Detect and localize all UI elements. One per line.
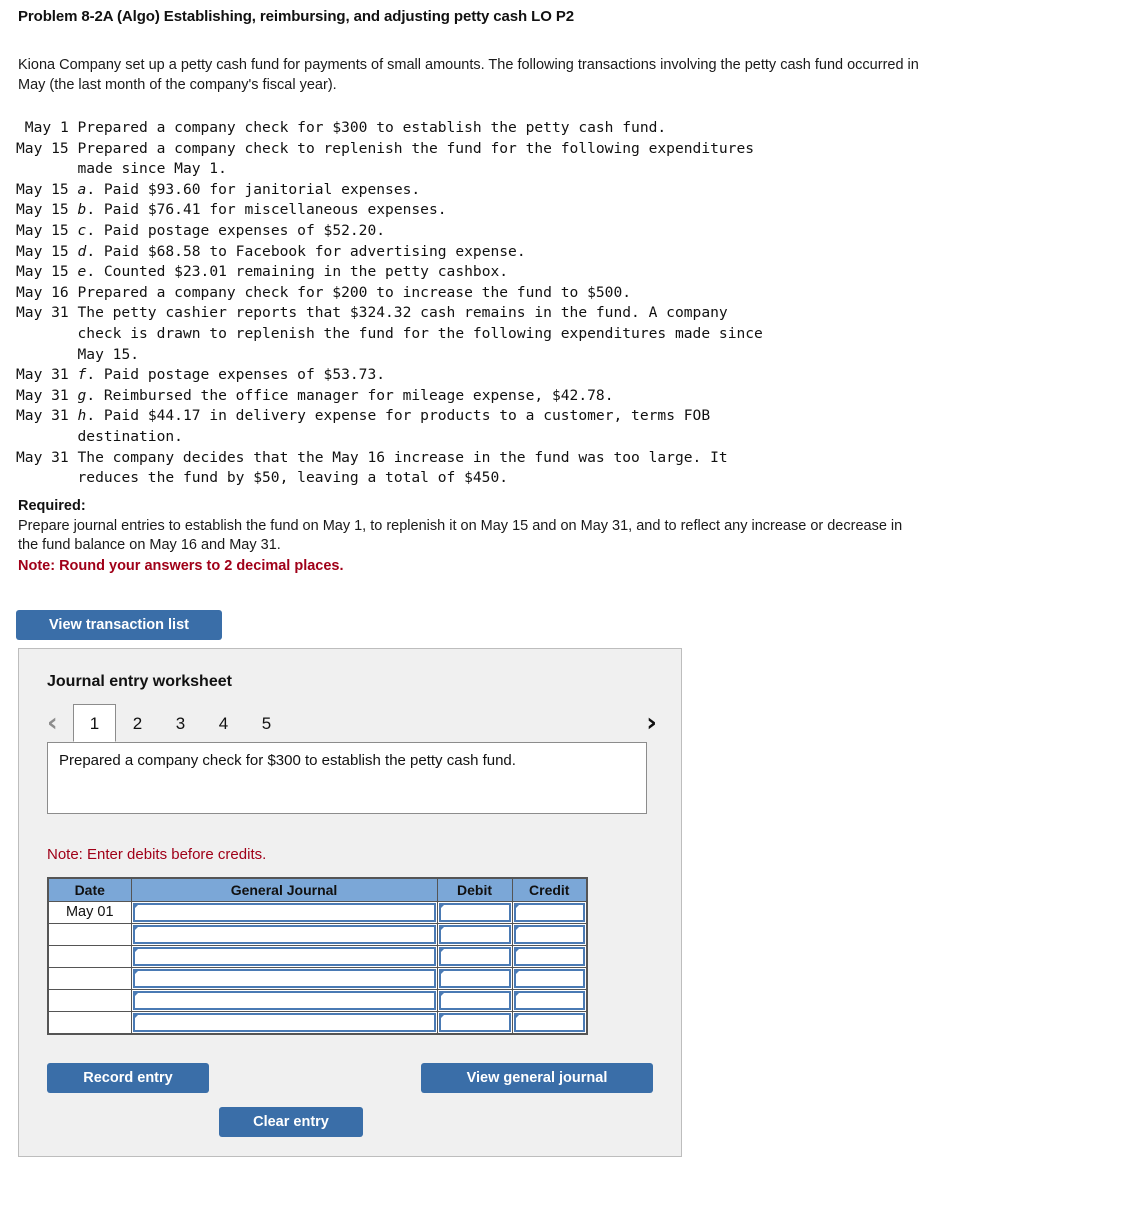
- journal-entry-table: Date General Journal Debit Credit May 01: [47, 877, 588, 1035]
- column-header-credit: Credit: [511, 877, 588, 902]
- credit-select[interactable]: [513, 925, 585, 944]
- table-row: May 01: [47, 901, 588, 924]
- chevron-left-icon[interactable]: ‹: [47, 708, 58, 738]
- cell-credit[interactable]: [511, 967, 588, 990]
- transaction-line: May 15 Prepared a company check to reple…: [16, 139, 755, 178]
- date-value: [49, 946, 131, 967]
- transaction-line: May 31 g. Reimbursed the office manager …: [16, 386, 614, 404]
- date-value: [49, 924, 131, 945]
- general-journal-select[interactable]: [132, 947, 436, 966]
- debit-select[interactable]: [438, 991, 511, 1010]
- debit-select[interactable]: [438, 947, 511, 966]
- transaction-line: May 15 e. Counted $23.01 remaining in th…: [16, 263, 509, 281]
- cell-date[interactable]: May 01: [47, 901, 132, 924]
- transaction-line: May 31 The company decides that the May …: [16, 448, 728, 487]
- cell-date[interactable]: [47, 923, 132, 946]
- cell-date[interactable]: [47, 1011, 132, 1035]
- worksheet-tab-3[interactable]: 3: [159, 704, 202, 742]
- date-value: May 01: [65, 904, 114, 920]
- cell-general-journal[interactable]: [130, 923, 438, 946]
- worksheet-title: Journal entry worksheet: [47, 673, 232, 690]
- transaction-line: May 15 b. Paid $76.41 for miscellaneous …: [16, 201, 447, 219]
- debit-select[interactable]: [438, 969, 511, 988]
- required-section: Required: Prepare journal entries to est…: [18, 497, 918, 576]
- date-value: [49, 1012, 131, 1033]
- cell-general-journal[interactable]: [130, 1011, 438, 1035]
- cell-date[interactable]: [47, 967, 132, 990]
- intro-paragraph: Kiona Company set up a petty cash fund f…: [18, 57, 919, 93]
- cell-credit[interactable]: [511, 901, 588, 924]
- cell-date[interactable]: [47, 989, 132, 1012]
- table-row: [47, 945, 588, 968]
- cell-credit[interactable]: [511, 1011, 588, 1035]
- credit-select[interactable]: [513, 1013, 585, 1032]
- view-general-journal-button[interactable]: View general journal: [421, 1063, 653, 1093]
- table-row: [47, 967, 588, 990]
- rounding-note: Note: Round your answers to 2 decimal pl…: [18, 557, 344, 574]
- general-journal-select[interactable]: [132, 1013, 436, 1032]
- transaction-line: May 31 The petty cashier reports that $3…: [16, 304, 763, 363]
- table-row: [47, 1011, 588, 1035]
- table-header-row: Date General Journal Debit Credit: [47, 877, 588, 902]
- cell-credit[interactable]: [511, 945, 588, 968]
- worksheet-tab-5[interactable]: 5: [245, 704, 288, 742]
- required-text: Prepare journal entries to establish the…: [18, 517, 903, 554]
- cell-general-journal[interactable]: [130, 945, 438, 968]
- cell-debit[interactable]: [436, 967, 513, 990]
- cell-debit[interactable]: [436, 923, 513, 946]
- cell-credit[interactable]: [511, 923, 588, 946]
- transaction-line: May 1 Prepared a company check for $300 …: [16, 119, 667, 136]
- cell-general-journal[interactable]: [130, 989, 438, 1012]
- page-title: Problem 8-2A (Algo) Establishing, reimbu…: [18, 8, 574, 25]
- transaction-list: May 1 Prepared a company check for $300 …: [16, 118, 1016, 489]
- worksheet-tab-1[interactable]: 1: [73, 704, 116, 742]
- general-journal-select[interactable]: [132, 969, 436, 988]
- column-header-general-journal: General Journal: [130, 877, 438, 902]
- date-value: [49, 990, 131, 1011]
- cell-debit[interactable]: [436, 901, 513, 924]
- table-row: [47, 923, 588, 946]
- record-entry-button[interactable]: Record entry: [47, 1063, 209, 1093]
- worksheet-tab-4[interactable]: 4: [202, 704, 245, 742]
- debit-select[interactable]: [438, 903, 511, 922]
- table-row: [47, 989, 588, 1012]
- entry-description-box: Prepared a company check for $300 to est…: [47, 742, 647, 814]
- cell-general-journal[interactable]: [130, 967, 438, 990]
- credit-select[interactable]: [513, 969, 585, 988]
- transaction-line: May 15 a. Paid $93.60 for janitorial exp…: [16, 180, 421, 198]
- transaction-line: May 16 Prepared a company check for $200…: [16, 283, 632, 301]
- cell-credit[interactable]: [511, 989, 588, 1012]
- general-journal-select[interactable]: [132, 925, 436, 944]
- transaction-line: May 31 h. Paid $44.17 in delivery expens…: [16, 407, 711, 445]
- general-journal-select[interactable]: [132, 991, 436, 1010]
- date-value: [49, 968, 131, 989]
- view-transaction-list-button[interactable]: View transaction list: [16, 610, 222, 640]
- journal-table-body: May 01: [47, 901, 588, 1035]
- transaction-line: May 15 d. Paid $68.58 to Facebook for ad…: [16, 242, 526, 260]
- debit-select[interactable]: [438, 925, 511, 944]
- journal-entry-worksheet-panel: Journal entry worksheet ‹ 12345 › Prepar…: [18, 648, 682, 1157]
- clear-entry-button[interactable]: Clear entry: [219, 1107, 363, 1137]
- transaction-line: May 31 f. Paid postage expenses of $53.7…: [16, 366, 386, 384]
- chevron-right-icon[interactable]: ›: [646, 708, 657, 738]
- required-label: Required:: [18, 498, 86, 514]
- debit-select[interactable]: [438, 1013, 511, 1032]
- worksheet-tab-2[interactable]: 2: [116, 704, 159, 742]
- cell-general-journal[interactable]: [130, 901, 438, 924]
- credit-select[interactable]: [513, 903, 585, 922]
- cell-debit[interactable]: [436, 945, 513, 968]
- worksheet-tabs: 12345: [73, 704, 288, 744]
- transaction-line: May 15 c. Paid postage expenses of $52.2…: [16, 221, 386, 239]
- credit-select[interactable]: [513, 991, 585, 1010]
- column-header-debit: Debit: [436, 877, 513, 902]
- cell-debit[interactable]: [436, 1011, 513, 1035]
- worksheet-tab-strip: ‹ 12345 ›: [47, 704, 657, 744]
- column-header-date: Date: [47, 877, 132, 902]
- general-journal-select[interactable]: [132, 903, 436, 922]
- debits-before-credits-note: Note: Enter debits before credits.: [47, 846, 267, 863]
- cell-debit[interactable]: [436, 989, 513, 1012]
- credit-select[interactable]: [513, 947, 585, 966]
- cell-date[interactable]: [47, 945, 132, 968]
